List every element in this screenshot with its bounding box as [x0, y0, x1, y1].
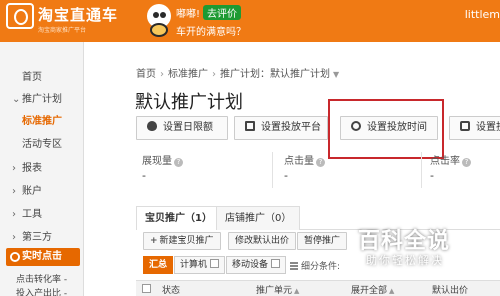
- feedback-promo: 嘟嘟! 去评价 车开的满意吗？: [176, 5, 246, 38]
- sidebar-item-home[interactable]: 首页: [0, 68, 84, 83]
- column-expand[interactable]: 展开全部 ▲: [351, 283, 394, 296]
- sidebar: 首页 ⌄ 推广计划 标准推广 活动专区 › 报表 › 账户 › 工具 › 第三方 ● 实时点…: [0, 42, 84, 296]
- clicks-label: 点击量?: [284, 152, 325, 167]
- new-product-promotion-button[interactable]: + 新建宝贝推广: [143, 232, 221, 250]
- monitor-icon: [245, 121, 255, 131]
- chevron-down-icon: ⌄: [12, 94, 21, 105]
- set-daily-limit-button[interactable]: 设置日限额: [136, 116, 228, 140]
- help-icon[interactable]: ?: [316, 158, 325, 167]
- set-region-button[interactable]: 设置投: [449, 116, 500, 140]
- computer-checkbox[interactable]: [210, 259, 220, 268]
- sidebar-item-standard[interactable]: 标准推广: [0, 112, 84, 127]
- sidebar-item-label: 第三方: [22, 232, 52, 243]
- sidebar-item-label: 标准推广: [22, 116, 62, 127]
- help-icon[interactable]: ?: [174, 158, 183, 167]
- roi-stat: 投入产出比 -: [16, 289, 68, 296]
- sidebar-item-third-party[interactable]: › 第三方: [0, 228, 84, 243]
- chevron-right-icon: ›: [12, 232, 16, 243]
- tab-store-promotion[interactable]: 店铺推广（0）: [216, 206, 301, 230]
- bars-icon: [290, 262, 298, 270]
- top-bar: 淘宝直通车 淘宝商家推广平台 嘟嘟! 去评价 车开的满意吗？ littlem: [0, 0, 500, 42]
- sidebar-item-label: 报表: [22, 163, 42, 174]
- page-title: 默认推广计划: [135, 92, 243, 113]
- tab-product-promotion[interactable]: 宝贝推广（1）: [136, 206, 221, 230]
- table-header: 状态 推广单元 ▲ 展开全部 ▲ 默认出价: [136, 280, 500, 296]
- sidebar-item-label: 推广计划: [22, 94, 62, 105]
- logo[interactable]: 淘宝直通车 淘宝商家推广平台: [6, 3, 156, 39]
- pause-promotion-button[interactable]: 暂停推广: [297, 232, 348, 250]
- segment-filter[interactable]: 细分条件:: [290, 259, 340, 272]
- realtime-click-header: ● 实时点击: [6, 248, 80, 266]
- mascot-icon: [144, 3, 174, 39]
- logo-title: 淘宝直通车: [38, 6, 119, 24]
- edit-default-bid-button[interactable]: 修改默认出价: [228, 232, 297, 250]
- ctr-label: 点击率?: [430, 152, 471, 167]
- sidebar-item-tools[interactable]: › 工具: [0, 205, 84, 220]
- sidebar-item-label: 工具: [22, 209, 42, 220]
- sort-icon: ▲: [294, 287, 300, 295]
- breadcrumb-standard[interactable]: 标准推广: [168, 69, 208, 80]
- ctr-value: -: [430, 169, 434, 182]
- filter-mobile[interactable]: 移动设备: [226, 256, 287, 274]
- chevron-right-icon: ›: [12, 209, 16, 220]
- impressions-label: 展现量?: [142, 152, 183, 167]
- watermark-title: 百科全说: [358, 229, 451, 254]
- conversion-rate-stat: 点击转化率 -: [16, 275, 68, 285]
- logo-subtitle: 淘宝商家推广平台: [38, 27, 87, 34]
- column-unit[interactable]: 推广单元 ▲: [256, 283, 299, 296]
- column-status[interactable]: 状态: [162, 283, 180, 296]
- money-bag-icon: [147, 121, 157, 131]
- watermark: 百科全说 助你轻松解决: [344, 219, 500, 275]
- column-default-bid[interactable]: 默认出价: [432, 283, 468, 296]
- sort-icon: ▲: [389, 287, 395, 295]
- user-name[interactable]: littlem: [465, 8, 500, 21]
- sidebar-item-campaigns[interactable]: ⌄ 推广计划: [0, 90, 84, 105]
- impressions-value: -: [142, 169, 146, 182]
- sidebar-item-account[interactable]: › 账户: [0, 182, 84, 197]
- sidebar-item-label: 账户: [22, 186, 42, 197]
- chevron-right-icon: ›: [12, 163, 16, 174]
- sidebar-item-label: 活动专区: [22, 139, 62, 150]
- promo-question: 车开的满意吗？: [176, 27, 246, 38]
- location-icon: [460, 121, 470, 131]
- chevron-right-icon: ›: [12, 186, 16, 197]
- set-platform-button[interactable]: 设置投放平台: [234, 116, 328, 140]
- stats-panel: 展现量? - 点击量? - 点击率? -: [136, 152, 500, 190]
- sidebar-item-label: 首页: [22, 72, 42, 83]
- highlight-box: [328, 99, 444, 159]
- plus-icon: +: [150, 236, 158, 246]
- breadcrumb: 首页 › 标准推广 › 推广计划：默认推广计划 ▼: [136, 69, 340, 80]
- clicks-value: -: [284, 169, 288, 182]
- select-all-checkbox[interactable]: [142, 284, 151, 293]
- filter-all[interactable]: 汇总: [143, 256, 174, 274]
- promo-greeting: 嘟嘟!: [176, 9, 201, 20]
- clock-icon: ●: [10, 252, 20, 262]
- filter-computer[interactable]: 计算机: [174, 256, 226, 274]
- rate-button[interactable]: 去评价: [203, 5, 242, 20]
- mobile-checkbox[interactable]: [271, 259, 281, 268]
- help-icon[interactable]: ?: [462, 158, 471, 167]
- watermark-subtitle: 助你轻松解决: [366, 254, 444, 267]
- caret-down-icon[interactable]: ▼: [333, 70, 339, 79]
- sidebar-item-events[interactable]: 活动专区: [0, 135, 84, 150]
- steering-wheel-icon: [150, 23, 168, 37]
- breadcrumb-campaign[interactable]: 推广计划：默认推广计划: [220, 69, 330, 80]
- sidebar-item-reports[interactable]: › 报表: [0, 159, 84, 174]
- logo-icon: [6, 3, 34, 29]
- breadcrumb-home[interactable]: 首页: [136, 69, 156, 80]
